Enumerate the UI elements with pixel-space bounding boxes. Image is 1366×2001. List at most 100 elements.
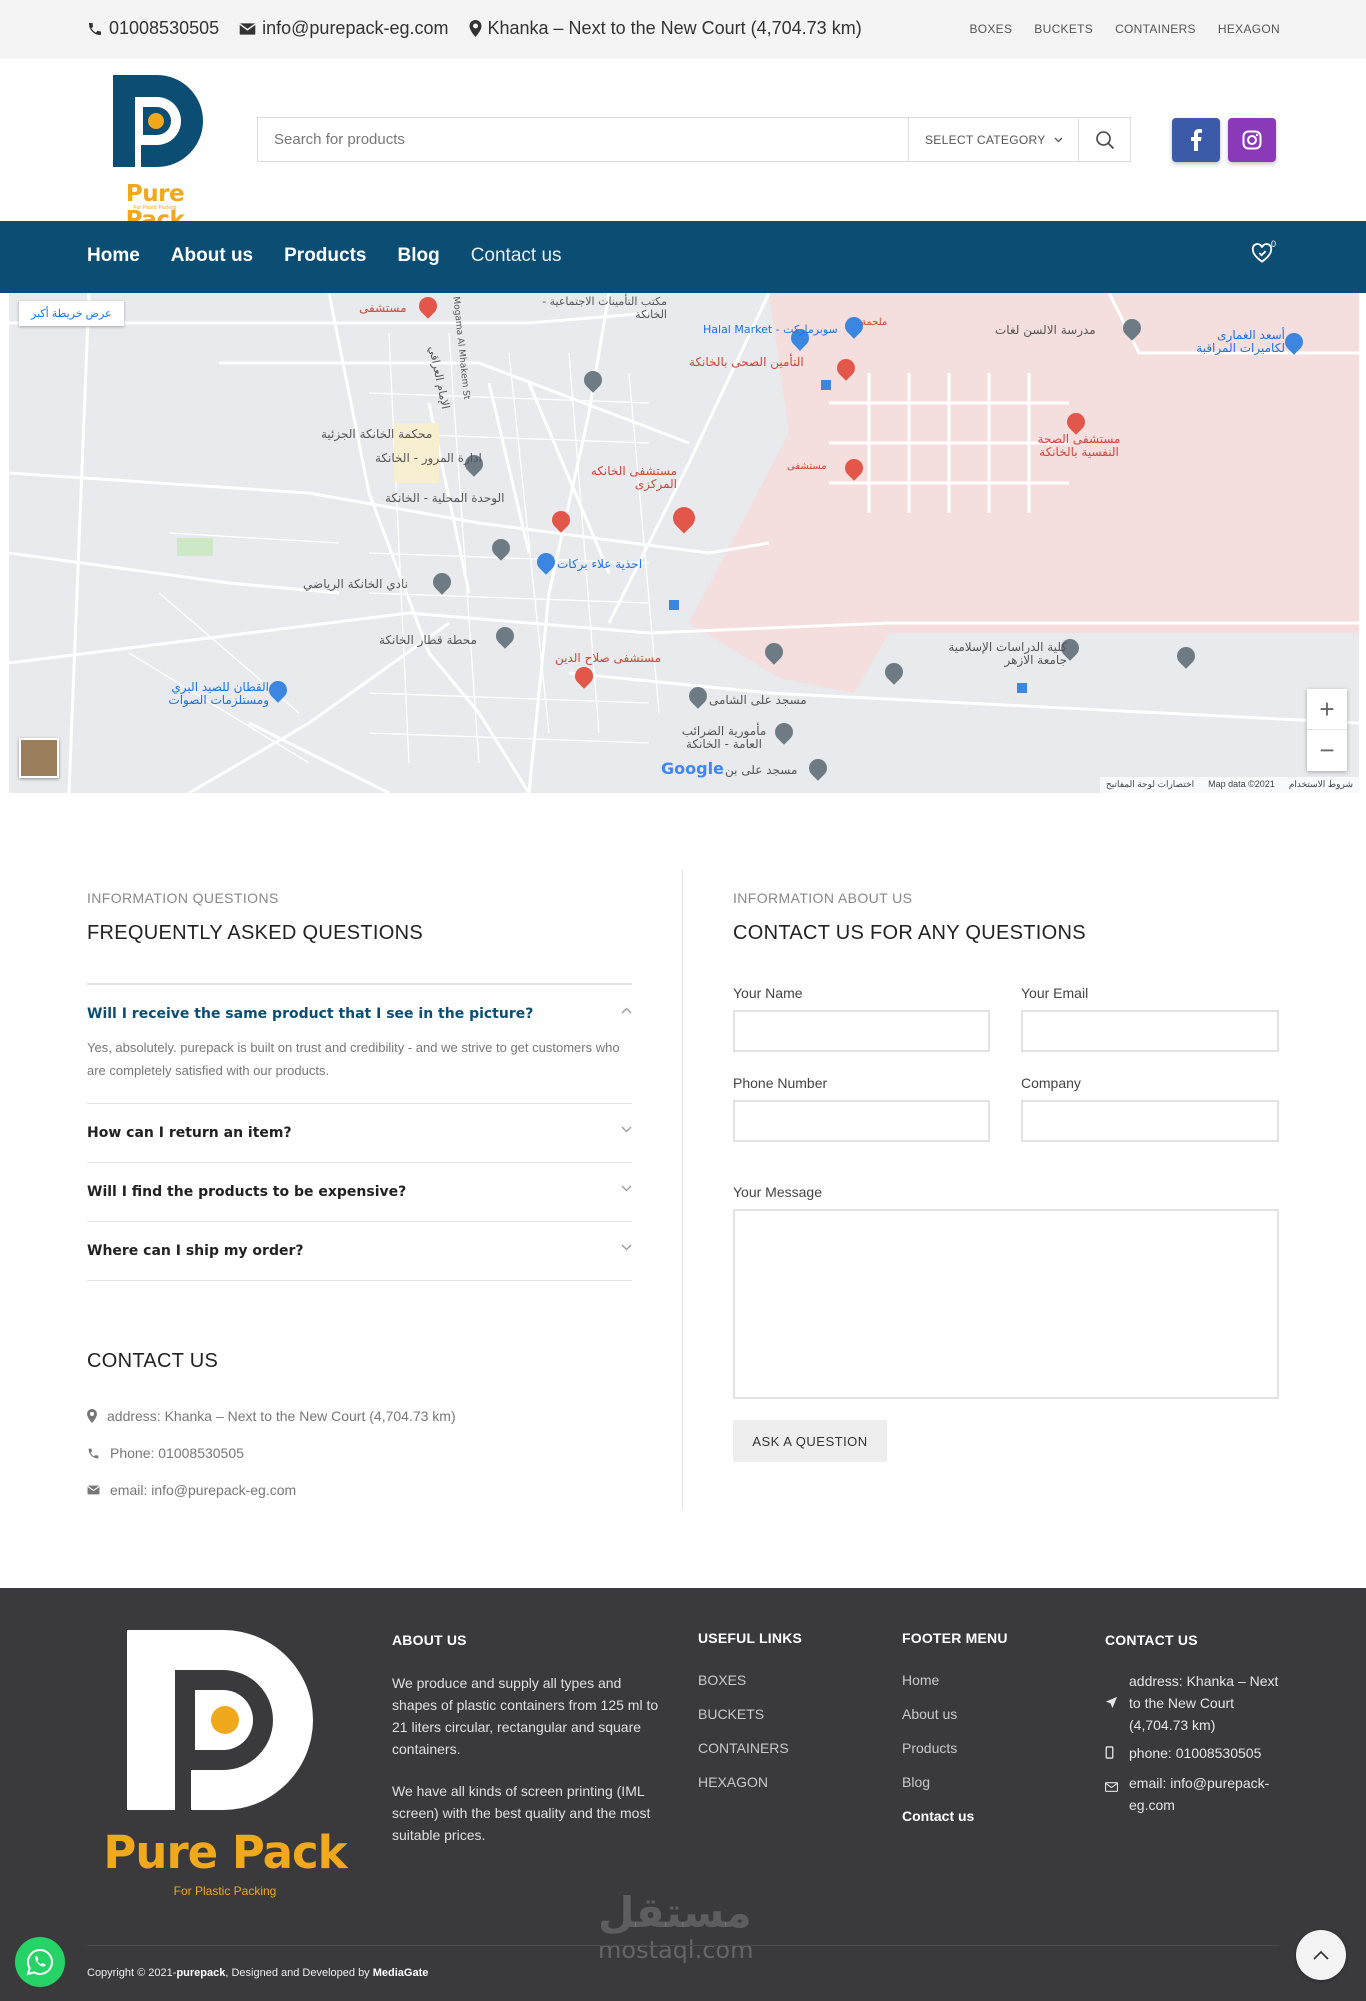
footer-about-text: We produce and supply all types and shap… xyxy=(392,1672,667,1846)
footer-about-p1: We produce and supply all types and shap… xyxy=(392,1675,659,1757)
facebook-button[interactable] xyxy=(1172,118,1220,162)
map-terms-link[interactable]: شروط الاستخدام xyxy=(1289,779,1353,791)
form-title: CONTACT US FOR ANY QUESTIONS xyxy=(733,922,1086,944)
envelope-icon xyxy=(239,22,256,35)
footer-link-containers[interactable]: CONTAINERS xyxy=(698,1740,789,1774)
map-marker-icon xyxy=(469,20,481,37)
top-email[interactable]: info@purepack-eg.com xyxy=(239,18,449,39)
faq-title: FREQUENTLY ASKED QUESTIONS xyxy=(87,922,424,944)
instagram-icon xyxy=(1242,130,1262,150)
search-input[interactable] xyxy=(258,118,908,161)
logo-mark-icon xyxy=(113,75,203,167)
contact-phone[interactable]: Phone: 01008530505 xyxy=(87,1445,244,1461)
heart-icon xyxy=(1251,243,1273,263)
search-bar: SELECT CATEGORY xyxy=(257,117,1131,162)
whatsapp-button[interactable] xyxy=(15,1937,65,1987)
top-bar: 01008530505 info@purepack-eg.com Khanka … xyxy=(0,0,1366,59)
email-field[interactable] xyxy=(1021,1010,1279,1052)
message-label: Your Message xyxy=(733,1184,822,1200)
name-field[interactable] xyxy=(733,1010,990,1052)
footer-menu-products[interactable]: Products xyxy=(902,1740,974,1774)
category-select[interactable]: SELECT CATEGORY xyxy=(908,118,1078,161)
footer-link-hexagon[interactable]: HEXAGON xyxy=(698,1774,789,1808)
search-button[interactable] xyxy=(1078,118,1130,161)
footer-contact-phone[interactable]: phone: 01008530505 xyxy=(1105,1742,1285,1764)
contact-phone-text: Phone: 01008530505 xyxy=(110,1445,244,1461)
mobile-icon xyxy=(1105,1746,1114,1759)
map-data-text: Map data ©2021 xyxy=(1208,779,1275,789)
footer-contact-email[interactable]: email: info@purepack-eg.com xyxy=(1105,1772,1285,1816)
top-location: Khanka – Next to the New Court (4,704.73… xyxy=(469,18,862,39)
company-field[interactable] xyxy=(1021,1100,1279,1142)
contact-email-text: email: info@purepack-eg.com xyxy=(110,1482,297,1498)
contact-info-section: CONTACT US address: Khanka – Next to the… xyxy=(87,1350,632,1498)
faq-item[interactable]: Where can I ship my order? xyxy=(87,1222,632,1281)
company-label: Company xyxy=(1021,1075,1081,1091)
satellite-toggle[interactable] xyxy=(19,738,59,778)
top-category-links: BOXES BUCKETS CONTAINERS HEXAGON xyxy=(969,22,1280,36)
map-label-tamin-hospital: التأمين الصحى بالخانكة xyxy=(689,355,804,369)
map-label-court: محكمة الخانكة الجزئية xyxy=(321,427,433,441)
nav-home[interactable]: Home xyxy=(87,245,140,267)
nav-about-us[interactable]: About us xyxy=(171,245,253,267)
footer-menu-contact[interactable]: Contact us xyxy=(902,1808,974,1842)
copyright-developer[interactable]: MediaGate xyxy=(373,1967,429,1979)
nav-blog[interactable]: Blog xyxy=(397,245,439,267)
map-label-qattan: القطان للصيد البري ومستلزمات الصوات xyxy=(168,680,269,707)
footer-link-boxes[interactable]: BOXES xyxy=(698,1672,789,1706)
instagram-button[interactable] xyxy=(1228,118,1276,162)
copyright-brand[interactable]: purepack xyxy=(176,1967,225,1979)
map-label-butcher: ملحمة xyxy=(861,317,888,328)
phone-field[interactable] xyxy=(733,1100,990,1142)
message-field[interactable] xyxy=(733,1209,1279,1399)
top-link-boxes[interactable]: BOXES xyxy=(969,22,1012,36)
footer-contact-phone-text: phone: 01008530505 xyxy=(1129,1745,1262,1761)
map-label-alaa-barakat: احذية علاء بركات xyxy=(557,557,643,571)
nav-contact-us[interactable]: Contact us xyxy=(471,245,562,267)
top-link-containers[interactable]: CONTAINERS xyxy=(1115,22,1196,36)
footer-menu-about[interactable]: About us xyxy=(902,1706,974,1740)
wishlist-button[interactable]: 0 xyxy=(1251,239,1276,268)
map-marker-icon xyxy=(87,1409,97,1423)
footer-logo-icon[interactable] xyxy=(123,1626,323,1816)
envelope-icon xyxy=(1105,1782,1118,1792)
footer-link-buckets[interactable]: BUCKETS xyxy=(698,1706,789,1740)
footer-useful-title: USEFUL LINKS xyxy=(698,1630,803,1646)
faq-item[interactable]: How can I return an item? xyxy=(87,1104,632,1163)
section-divider xyxy=(682,870,683,1510)
site-footer: Pure Pack For Plastic Packing ABOUT US W… xyxy=(0,1588,1366,2001)
site-logo[interactable]: Pure Pack For Plastic Packing xyxy=(100,71,210,233)
email-label: Your Email xyxy=(1021,985,1089,1001)
contact-address-text: address: Khanka – Next to the New Court … xyxy=(107,1408,456,1424)
contact-email[interactable]: email: info@purepack-eg.com xyxy=(87,1482,296,1498)
ask-question-button[interactable]: ASK A QUESTION xyxy=(733,1420,887,1462)
scroll-to-top-button[interactable] xyxy=(1296,1930,1346,1980)
faq-item[interactable]: Will I find the products to be expensive… xyxy=(87,1163,632,1222)
chevron-down-icon xyxy=(621,1244,632,1251)
map-shortcuts-link[interactable]: اختصارات لوحة المفاتيح xyxy=(1106,779,1194,791)
top-phone-text: 01008530505 xyxy=(109,18,220,38)
map-label-central-hospital: مستشفى الخانكه المركزى xyxy=(590,464,677,491)
nav-products[interactable]: Products xyxy=(284,245,366,267)
category-select-label: SELECT CATEGORY xyxy=(925,132,1046,147)
envelope-icon xyxy=(87,1485,100,1495)
watermark-english: mostaql.com xyxy=(598,1936,754,1964)
zoom-in-button[interactable]: + xyxy=(1307,689,1347,730)
map-label-sports-club: نادي الخانكة الرياضي xyxy=(303,577,408,591)
facebook-icon xyxy=(1191,129,1202,151)
top-link-buckets[interactable]: BUCKETS xyxy=(1034,22,1093,36)
faq-item[interactable]: Will I receive the same product that I s… xyxy=(87,985,632,1104)
location-map[interactable]: عرض خريطة أكبر مستشفى مكتب التأمينات الا… xyxy=(9,293,1359,793)
top-link-hexagon[interactable]: HEXAGON xyxy=(1218,22,1280,36)
contact-title: CONTACT US xyxy=(87,1350,219,1372)
top-phone[interactable]: 01008530505 xyxy=(87,18,219,39)
footer-menu-blog[interactable]: Blog xyxy=(902,1774,974,1808)
chevron-down-icon xyxy=(621,1126,632,1133)
footer-menu-home[interactable]: Home xyxy=(902,1672,974,1706)
form-subtitle: INFORMATION ABOUT US xyxy=(733,890,913,906)
map-label-train-station: محطة قطار الخانكة xyxy=(379,633,477,647)
faq-list: Will I receive the same product that I s… xyxy=(87,983,632,1281)
faq-subtitle: INFORMATION QUESTIONS xyxy=(87,890,279,906)
zoom-out-button[interactable]: − xyxy=(1307,730,1347,771)
view-larger-map-link[interactable]: عرض خريطة أكبر xyxy=(19,301,124,326)
